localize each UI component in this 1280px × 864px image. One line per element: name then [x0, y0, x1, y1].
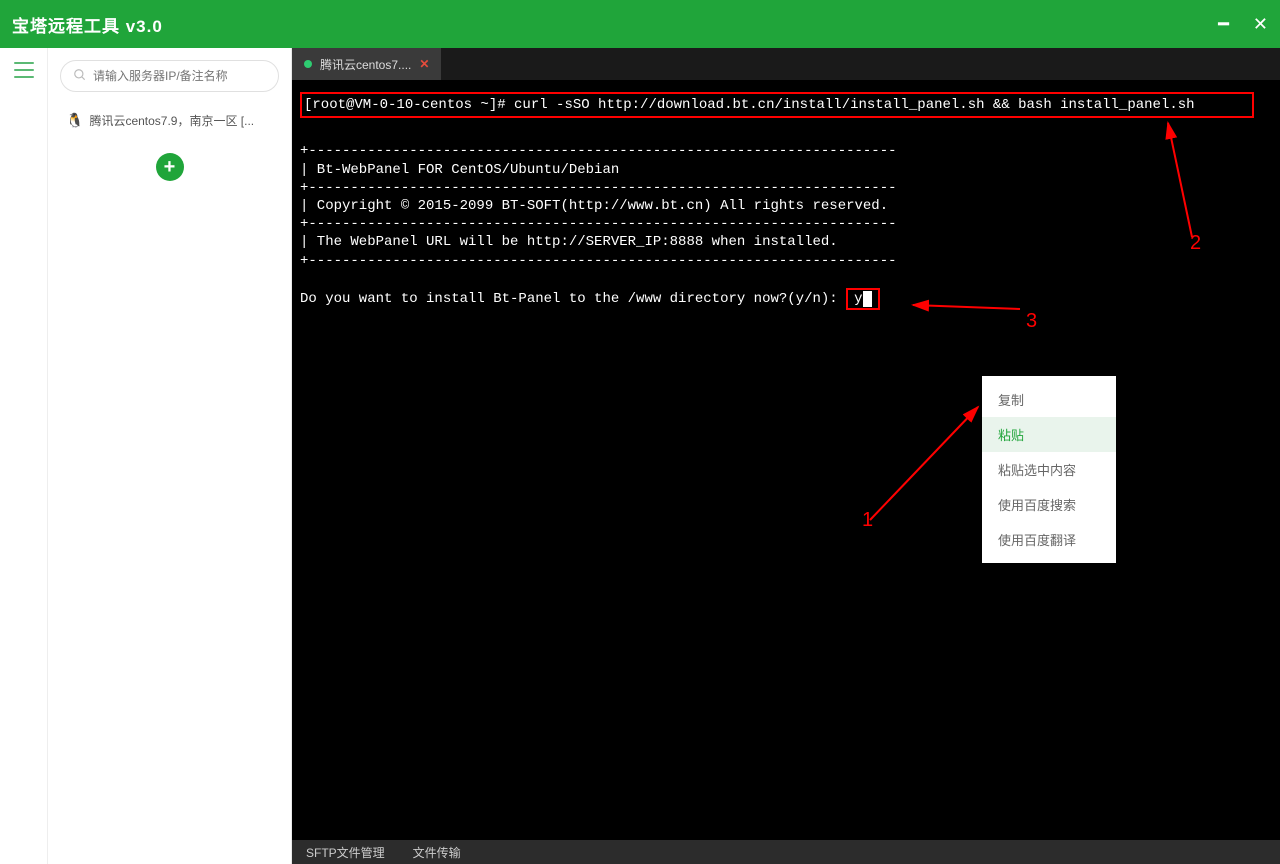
menu-copy[interactable]: 复制 — [982, 382, 1116, 417]
menu-paste[interactable]: 粘贴 — [982, 417, 1116, 452]
sidebar: 🐧 腾讯云centos7.9，南京一区 [... + — [48, 48, 292, 864]
server-list-item[interactable]: 🐧 腾讯云centos7.9，南京一区 [... — [60, 106, 279, 135]
tab-close-icon[interactable]: ✕ — [419, 57, 429, 71]
app-title: 宝塔远程工具 v3.0 — [12, 12, 163, 37]
search-box[interactable] — [60, 60, 279, 92]
menu-baidu-translate[interactable]: 使用百度翻译 — [982, 522, 1116, 557]
terminal-line: | Copyright © 2015-2099 BT-SOFT(http://w… — [300, 198, 888, 214]
menu-icon[interactable] — [14, 62, 34, 78]
menu-baidu-search[interactable]: 使用百度搜索 — [982, 487, 1116, 522]
tab-bar: 腾讯云centos7.... ✕ — [292, 48, 1280, 80]
cursor-icon — [863, 291, 872, 307]
tab-label: 腾讯云centos7.... — [320, 56, 411, 73]
terminal-line: | Bt-WebPanel FOR CentOS/Ubuntu/Debian — [300, 162, 619, 178]
left-rail — [0, 48, 48, 864]
titlebar: 宝塔远程工具 v3.0 ━ ✕ — [0, 0, 1280, 48]
terminal-line: +---------------------------------------… — [300, 216, 897, 232]
search-input[interactable] — [93, 69, 266, 83]
linux-icon: 🐧 — [66, 112, 83, 129]
terminal-line: +---------------------------------------… — [300, 143, 897, 159]
content-area: 腾讯云centos7.... ✕ [root@VM-0-10-centos ~]… — [292, 48, 1280, 864]
input-y-box: y — [846, 288, 879, 310]
add-server-button[interactable]: + — [156, 153, 184, 181]
search-icon — [73, 68, 87, 85]
server-label: 腾讯云centos7.9，南京一区 [... — [89, 112, 254, 129]
terminal-line: | The WebPanel URL will be http://SERVER… — [300, 234, 838, 250]
context-menu: 复制 粘贴 粘贴选中内容 使用百度搜索 使用百度翻译 — [982, 376, 1116, 563]
sftp-button[interactable]: SFTP文件管理 — [306, 844, 385, 861]
minimize-button[interactable]: ━ — [1218, 14, 1229, 35]
menu-paste-selection[interactable]: 粘贴选中内容 — [982, 452, 1116, 487]
install-prompt: Do you want to install Bt-Panel to the /… — [300, 291, 846, 307]
terminal-line: +---------------------------------------… — [300, 180, 897, 196]
status-bar: SFTP文件管理 文件传输 — [292, 840, 1280, 864]
file-transfer-button[interactable]: 文件传输 — [413, 844, 461, 861]
command-line: [root@VM-0-10-centos ~]# curl -sSO http:… — [300, 92, 1254, 118]
terminal[interactable]: [root@VM-0-10-centos ~]# curl -sSO http:… — [292, 80, 1280, 840]
terminal-tab[interactable]: 腾讯云centos7.... ✕ — [292, 48, 442, 80]
terminal-line: +---------------------------------------… — [300, 253, 897, 269]
close-button[interactable]: ✕ — [1253, 14, 1268, 35]
status-dot-icon — [304, 60, 312, 68]
window-controls: ━ ✕ — [1218, 14, 1268, 35]
